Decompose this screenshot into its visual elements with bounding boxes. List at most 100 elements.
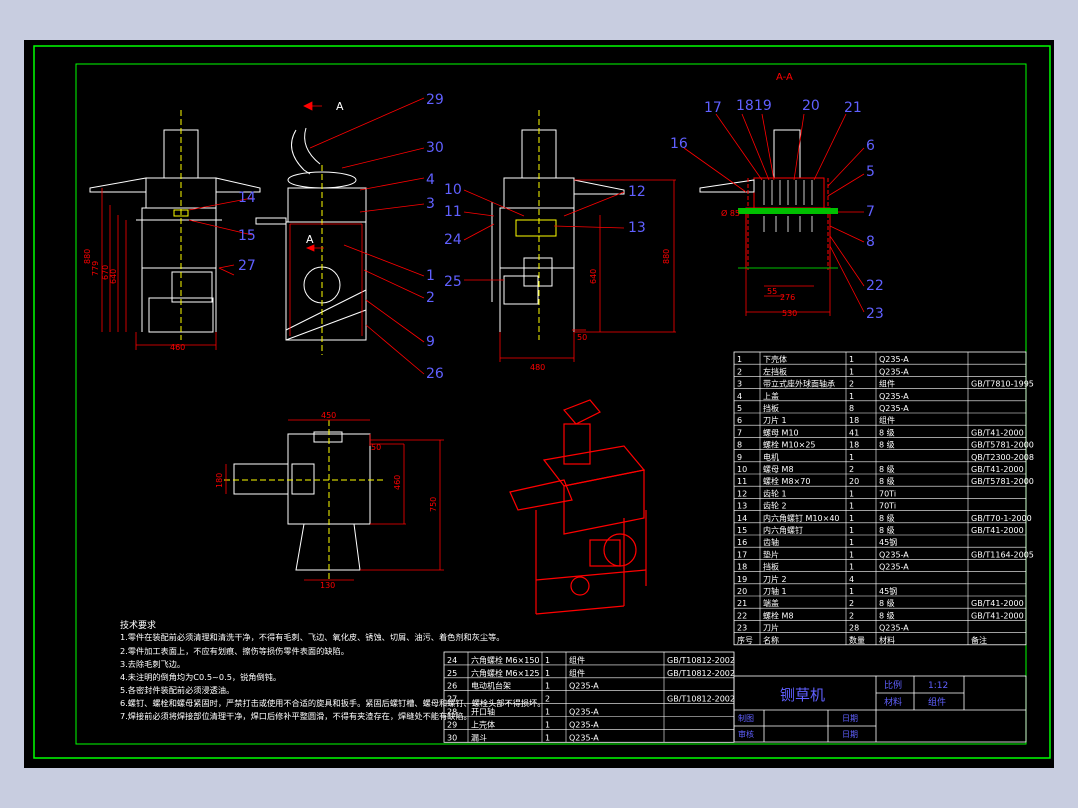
table-cell: 9 [737, 453, 742, 462]
table-cell: 1 [849, 453, 854, 462]
table-cell: 上壳体 [471, 719, 495, 729]
table-cell: 29 [447, 720, 457, 729]
drawing-sheet: 880 779 670 640 460 A A 29 30 4 3 14 15 … [24, 40, 1054, 768]
callout-18: 18 [736, 98, 754, 114]
table-cell: 1 [545, 656, 550, 665]
table-cell: Q235-A [879, 404, 909, 413]
table-cell: 13 [737, 502, 747, 511]
table-cell: GB/T70-1-2000 [971, 514, 1032, 523]
table-cell: 1 [849, 367, 854, 376]
table-cell: 螺栓 M8 [763, 610, 794, 620]
table-cell: Q235-A [879, 624, 909, 633]
table-cell: 45钢 [879, 537, 897, 547]
table-cell: 六角螺栓 M6×150 [471, 655, 540, 665]
table-cell: 8 [737, 441, 742, 450]
table-header-cell: 材料 [879, 635, 895, 645]
callout-10: 10 [444, 182, 462, 198]
table-cell: 1 [849, 502, 854, 511]
cad-drawing: 880 779 670 640 460 A A 29 30 4 3 14 15 … [33, 45, 1051, 759]
callout-3: 3 [426, 196, 435, 212]
table-cell: 螺栓 M10×25 [763, 440, 816, 450]
table-header-cell: 序号 [737, 635, 753, 645]
table-cell: 1 [737, 355, 742, 364]
table-cell: 26 [447, 682, 457, 691]
tech-note-line: 1.零件在装配前必须清理和清洗干净，不得有毛刺、飞边、氧化皮、锈蚀、切屑、油污、… [120, 632, 504, 642]
isometric-view [509, 399, 647, 615]
table-cell: 41 [849, 428, 859, 437]
dim-side-offset: 50 [577, 333, 587, 342]
callout-22: 22 [866, 278, 884, 294]
table-cell: Q235-A [569, 733, 599, 742]
table-cell: 组件 [569, 668, 585, 678]
table-cell: 下壳体 [763, 354, 787, 364]
table-cell: GB/T5781-2000 [971, 441, 1034, 450]
table-cell: 5 [737, 404, 742, 413]
callout-2: 2 [426, 290, 435, 306]
table-cell: 8 级 [879, 598, 895, 608]
dim-top-h1: 460 [393, 475, 402, 490]
table-cell: 2 [849, 599, 854, 608]
callout-13: 13 [628, 220, 646, 236]
table-cell: 19 [737, 575, 747, 584]
front-dims [101, 188, 235, 350]
callout-20: 20 [802, 98, 820, 114]
table-cell: 组件 [879, 415, 895, 425]
table-cell: 28 [447, 708, 457, 717]
dim-front-width: 460 [170, 343, 185, 352]
view-arrow-label: A [336, 100, 344, 113]
callout-16: 16 [670, 136, 688, 152]
callout-27: 27 [238, 258, 256, 274]
table-cell: 组件 [879, 379, 895, 389]
table-cell: 螺栓 M8×70 [763, 476, 810, 486]
dim-front-height-2: 779 [91, 261, 100, 276]
table-header-cell: 名称 [763, 635, 779, 645]
table-header-cell: 备注 [971, 635, 987, 645]
table-cell: 螺母 M10 [763, 427, 799, 437]
table-cell: Q235-A [879, 550, 909, 559]
drawn-label: 制图 [738, 713, 754, 723]
table-cell: 3 [737, 380, 742, 389]
date-label-2: 日期 [842, 730, 858, 739]
dim-top-side: 180 [215, 473, 224, 488]
table-cell: 1 [545, 708, 550, 717]
callout-8: 8 [866, 234, 875, 250]
table-cell: 6 [737, 416, 742, 425]
side-view [491, 110, 625, 340]
table-cell: 电动机台架 [471, 681, 511, 691]
table-cell: GB/T41-2000 [971, 526, 1024, 535]
tech-notes-title: 技术要求 [120, 619, 156, 631]
table-cell: 上盖 [763, 391, 779, 401]
tech-note-line: 5.各密封件装配前必须浸透油。 [120, 685, 234, 695]
table-cell: 15 [737, 526, 747, 535]
front-view [89, 110, 261, 340]
callout-5: 5 [866, 164, 875, 180]
table-cell: 1 [545, 733, 550, 742]
table-cell: 1 [545, 720, 550, 729]
table-cell: 左挡板 [763, 366, 787, 376]
table-cell: 8 [849, 404, 854, 413]
table-cell: GB/T7810-1995 [971, 380, 1034, 389]
table-cell: 2 [849, 380, 854, 389]
table-cell: 8 级 [879, 513, 895, 523]
dim-top-off: 50 [371, 443, 381, 452]
table-cell: 4 [849, 575, 854, 584]
table-cell: 1 [849, 550, 854, 559]
table-cell: GB/T41-2000 [971, 428, 1024, 437]
callout-23: 23 [866, 306, 884, 322]
table-cell: 1 [849, 514, 854, 523]
table-cell: GB/T41-2000 [971, 611, 1024, 620]
table-cell: Q235-A [569, 682, 599, 691]
table-cell: GB/T10812-2002 [667, 669, 735, 678]
table-cell: 2 [849, 611, 854, 620]
table-cell: 25 [447, 669, 457, 678]
section-aa-view [699, 129, 831, 270]
dim-section-w2: 276 [780, 293, 795, 302]
tech-note-line: 4.未注明的倒角均为C0.5~0.5，锐角倒钝。 [120, 672, 281, 682]
table-cell: 45钢 [879, 586, 897, 596]
table-cell: 内六角螺钉 [763, 525, 803, 535]
callout-30: 30 [426, 140, 444, 156]
date-label-1: 日期 [842, 714, 858, 723]
table-cell: 挡板 [763, 562, 779, 572]
section-shaft [738, 208, 838, 214]
callout-19: 19 [754, 98, 772, 114]
